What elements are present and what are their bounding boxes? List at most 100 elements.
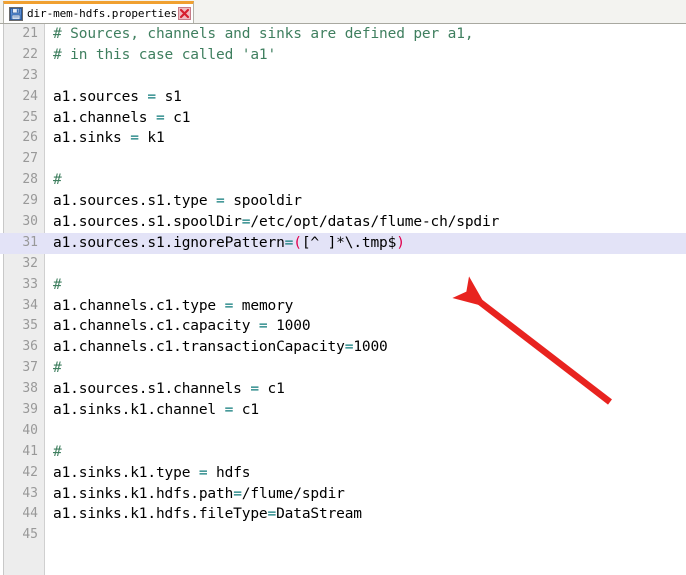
code-line[interactable]: 29 a1.sources.s1.type = spooldir bbox=[0, 191, 686, 212]
line-number: 31 bbox=[22, 234, 38, 250]
code-text: # in this case called 'a1' bbox=[53, 45, 276, 66]
code-token: a1.channels bbox=[53, 109, 156, 126]
code-token: = bbox=[130, 130, 139, 147]
code-line[interactable]: 26 a1.sinks = k1 bbox=[0, 128, 686, 149]
code-token: a1.sources.s1.ignorePattern bbox=[53, 234, 285, 251]
code-line[interactable]: 40 bbox=[0, 421, 686, 442]
code-token: = bbox=[155, 109, 165, 126]
code-token: a1.sinks.k1.channel bbox=[53, 402, 225, 419]
code-token: # in this case called 'a1' bbox=[53, 46, 277, 63]
code-line[interactable]: 42 a1.sinks.k1.type = hdfs bbox=[0, 463, 686, 484]
code-token: = bbox=[250, 381, 259, 398]
code-line[interactable]: 43 a1.sinks.k1.hdfs.path=/flume/spdir bbox=[0, 484, 686, 505]
code-text: a1.sinks = k1 bbox=[53, 128, 165, 149]
code-token: k1 bbox=[138, 130, 165, 147]
code-text: # bbox=[53, 170, 62, 191]
code-token: a1.sources.s1.channels bbox=[53, 381, 251, 398]
code-line[interactable]: 23 bbox=[0, 66, 686, 87]
line-number: 41 bbox=[22, 443, 38, 459]
line-number: 34 bbox=[22, 297, 38, 313]
code-token: a1.channels.c1.capacity bbox=[53, 318, 259, 335]
code-token: 1000 bbox=[267, 318, 311, 335]
code-lines[interactable]: 21 # Sources, channels and sinks are defi… bbox=[0, 24, 686, 546]
code-token: 1000 bbox=[353, 339, 388, 356]
code-token: a1.sources bbox=[53, 88, 148, 105]
code-line[interactable]: 36 a1.channels.c1.transactionCapacity=100… bbox=[0, 337, 686, 358]
code-token: a1.channels.c1.type bbox=[53, 297, 225, 314]
code-line[interactable]: 38 a1.sources.s1.channels = c1 bbox=[0, 379, 686, 400]
code-line[interactable]: 34 a1.channels.c1.type = memory bbox=[0, 296, 686, 317]
code-text: a1.sinks.k1.hdfs.path=/flume/spdir bbox=[53, 484, 345, 505]
editor-tab-dir-mem-hdfs-properties[interactable]: dir-mem-hdfs.properties bbox=[3, 1, 195, 23]
code-text: a1.sinks.k1.channel = c1 bbox=[53, 400, 259, 421]
code-token: # Sources, channels and sinks are define… bbox=[53, 26, 474, 42]
code-line[interactable]: 24 a1.sources = s1 bbox=[0, 87, 686, 108]
code-line[interactable]: 45 bbox=[0, 525, 686, 546]
line-number: 42 bbox=[22, 464, 38, 480]
tab-bar: dir-mem-hdfs.properties bbox=[0, 0, 686, 24]
line-number: 24 bbox=[22, 88, 38, 104]
code-token: spooldir bbox=[224, 193, 302, 210]
line-number: 35 bbox=[22, 318, 38, 334]
line-number: 39 bbox=[22, 402, 38, 418]
code-token: = bbox=[284, 234, 294, 251]
code-text: a1.sources = s1 bbox=[53, 87, 182, 108]
code-line[interactable]: 22 # in this case called 'a1' bbox=[0, 45, 686, 66]
line-number: 27 bbox=[22, 151, 38, 167]
line-number: 33 bbox=[22, 276, 38, 292]
code-line[interactable]: 39 a1.sinks.k1.channel = c1 bbox=[0, 400, 686, 421]
line-number: 36 bbox=[22, 339, 38, 355]
code-token: /flume/spdir bbox=[241, 485, 345, 502]
code-line[interactable]: 27 bbox=[0, 149, 686, 170]
line-number: 23 bbox=[22, 67, 38, 83]
code-text: a1.sources.s1.spoolDir=/etc/opt/datas/fl… bbox=[53, 212, 499, 233]
code-line[interactable]: 33 # bbox=[0, 275, 686, 296]
code-token: # bbox=[53, 276, 62, 293]
close-x-icon[interactable] bbox=[178, 7, 192, 20]
code-token: hdfs bbox=[207, 464, 251, 481]
code-token: # bbox=[53, 172, 62, 189]
code-text: a1.sources.s1.ignorePattern=([^ ]*\.tmp$… bbox=[53, 233, 405, 254]
code-token: = bbox=[216, 193, 225, 210]
code-text: a1.sources.s1.type = spooldir bbox=[53, 191, 302, 212]
code-token: c1 bbox=[258, 381, 285, 398]
line-number: 40 bbox=[22, 422, 38, 438]
code-line[interactable]: 44 a1.sinks.k1.hdfs.fileType=DataStream bbox=[0, 504, 686, 525]
code-token: = bbox=[224, 402, 234, 419]
code-line[interactable]: 28 # bbox=[0, 170, 686, 191]
code-line[interactable]: 30 a1.sources.s1.spoolDir=/etc/opt/datas/… bbox=[0, 212, 686, 233]
code-line[interactable]: 32 bbox=[0, 254, 686, 275]
code-token: c1 bbox=[164, 109, 191, 126]
line-number: 28 bbox=[22, 172, 38, 188]
code-line[interactable]: 35 a1.channels.c1.capacity = 1000 bbox=[0, 316, 686, 337]
code-line[interactable]: 25 a1.channels = c1 bbox=[0, 108, 686, 129]
line-number: 30 bbox=[22, 214, 38, 230]
code-editor[interactable]: 21 # Sources, channels and sinks are defi… bbox=[0, 24, 686, 575]
code-text: a1.channels = c1 bbox=[53, 108, 190, 129]
code-line[interactable]: 31 a1.sources.s1.ignorePattern=([^ ]*\.tm… bbox=[0, 232, 686, 254]
code-text: # bbox=[53, 275, 62, 296]
code-line[interactable]: 41 # bbox=[0, 442, 686, 463]
code-token: DataStream bbox=[276, 506, 362, 523]
code-token: = bbox=[258, 318, 268, 335]
line-number: 29 bbox=[22, 193, 38, 209]
line-number: 43 bbox=[22, 485, 38, 501]
code-token: ) bbox=[396, 234, 405, 251]
code-text: # bbox=[53, 358, 62, 379]
code-token: c1 bbox=[233, 402, 259, 419]
line-number: 37 bbox=[22, 360, 38, 376]
code-token: a1.sources.s1.spoolDir bbox=[53, 214, 242, 231]
code-text: a1.channels.c1.transactionCapacity=1000 bbox=[53, 337, 388, 358]
code-text: a1.channels.c1.capacity = 1000 bbox=[53, 316, 311, 337]
code-token: = bbox=[267, 506, 277, 523]
code-token: # bbox=[53, 443, 62, 460]
code-token: s1 bbox=[155, 88, 182, 105]
code-line[interactable]: 21 # Sources, channels and sinks are defi… bbox=[0, 24, 686, 45]
line-number: 22 bbox=[22, 46, 38, 62]
code-line[interactable]: 37 # bbox=[0, 358, 686, 379]
editor-tab-label: dir-mem-hdfs.properties bbox=[27, 7, 178, 20]
code-token: = bbox=[147, 88, 156, 105]
line-number: 26 bbox=[22, 130, 38, 146]
code-token: a1.channels.c1.transactionCapacity bbox=[53, 339, 345, 356]
code-token: # bbox=[53, 360, 62, 377]
